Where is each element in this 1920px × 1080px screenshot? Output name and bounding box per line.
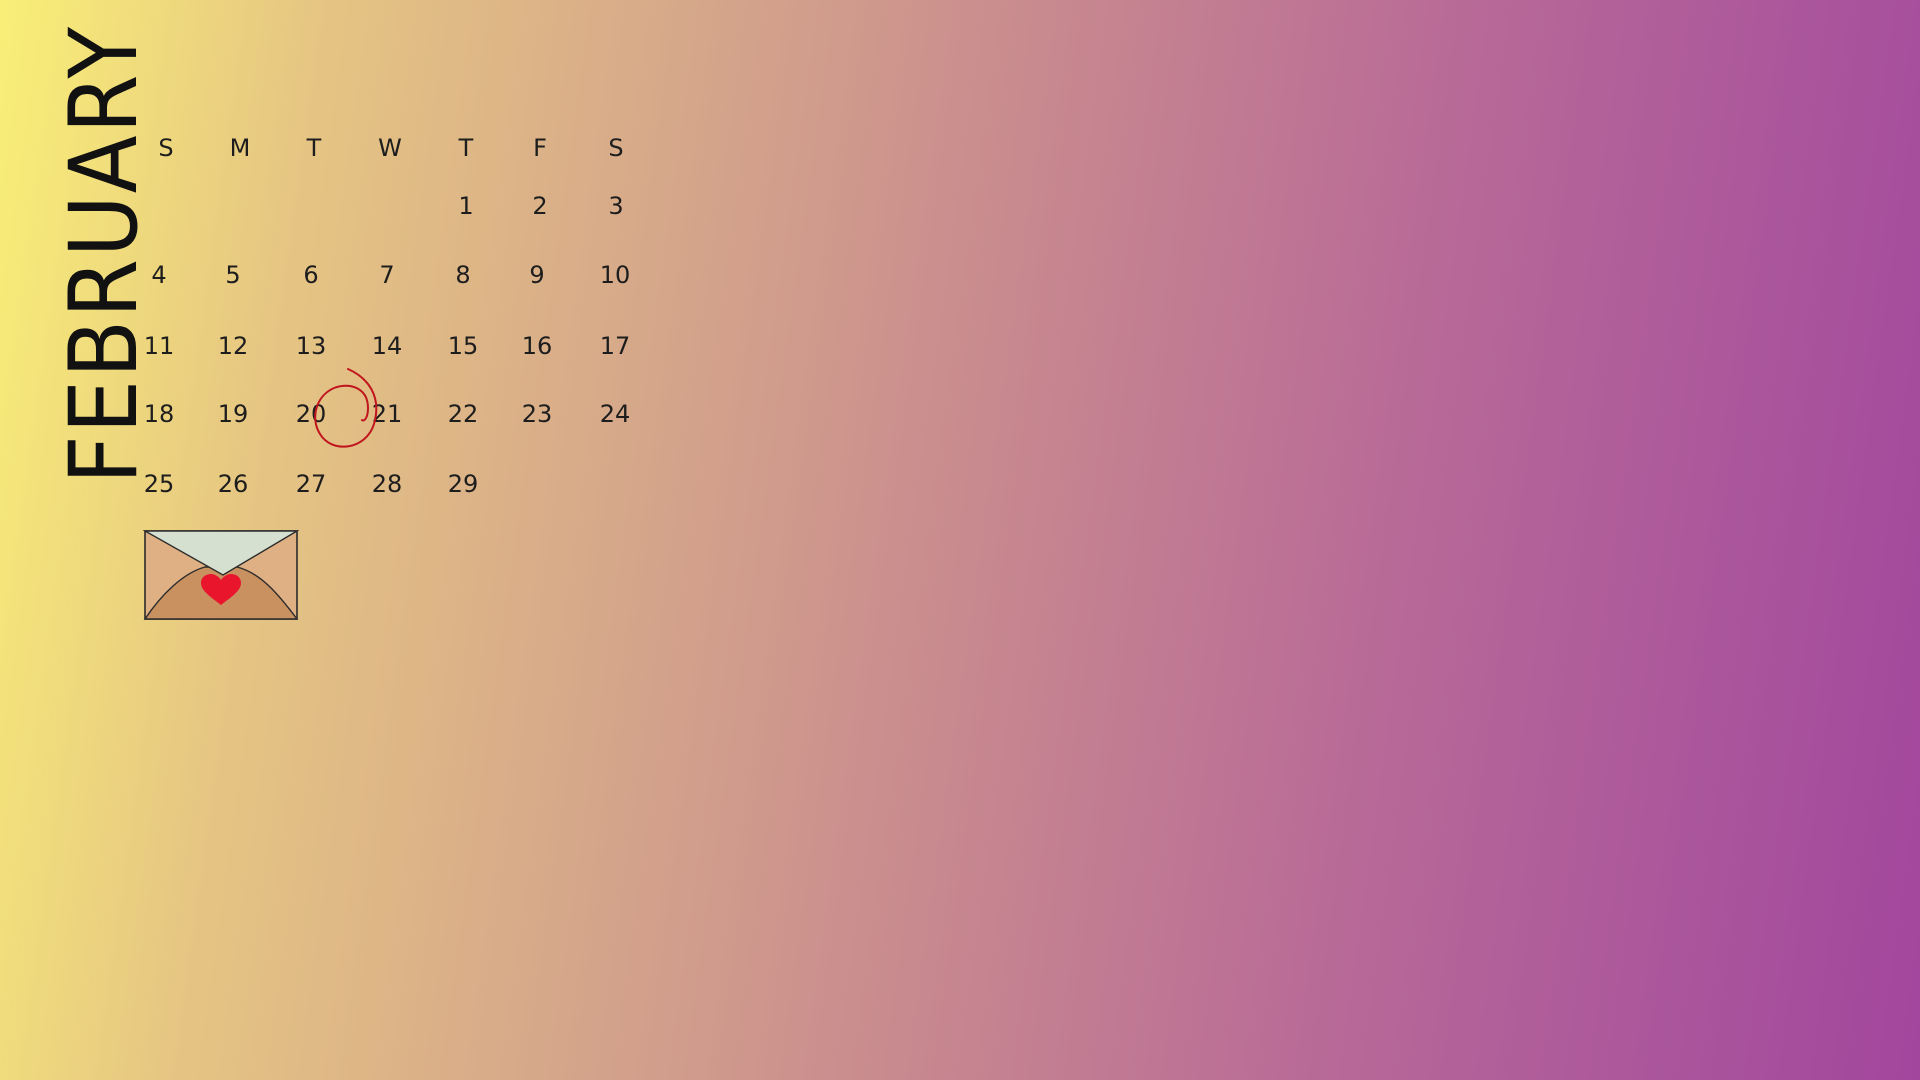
envelope-with-heart-icon [143, 530, 299, 620]
day-cell: 10 [599, 261, 631, 289]
day-cell [499, 464, 575, 504]
day-cell: 12 [217, 332, 249, 360]
week-row: 18 19 20 21 22 23 24 [144, 394, 698, 434]
day-cell: 29 [447, 470, 479, 498]
day-cell: 11 [143, 332, 175, 360]
day-cell: 23 [521, 400, 553, 428]
day-cell-highlighted: 20 [295, 400, 327, 428]
day-cell [352, 186, 428, 226]
day-cell: 27 [295, 470, 327, 498]
week-row: 25 26 27 28 29 [144, 464, 698, 504]
weekday-label: W [378, 134, 402, 162]
day-cell: 2 [532, 192, 548, 220]
week-row: 11 12 13 14 15 16 17 [144, 326, 698, 366]
week-row: 4 5 6 7 8 9 10 [151, 255, 698, 295]
weekday-label: S [608, 134, 624, 162]
day-cell: 16 [521, 332, 553, 360]
day-cell: 6 [303, 261, 319, 289]
weekday-label: S [158, 134, 174, 162]
day-cell [128, 186, 204, 226]
day-cell: 8 [455, 261, 471, 289]
day-cell: 5 [225, 261, 241, 289]
day-cell: 28 [371, 470, 403, 498]
day-cell: 26 [217, 470, 249, 498]
day-cell: 15 [447, 332, 479, 360]
day-cell: 14 [371, 332, 403, 360]
day-cell: 21 [371, 400, 403, 428]
day-cell: 17 [599, 332, 631, 360]
day-cell: 22 [447, 400, 479, 428]
day-cell: 24 [599, 400, 631, 428]
day-cell: 18 [143, 400, 175, 428]
day-cell: 19 [217, 400, 249, 428]
weekday-label: T [306, 134, 322, 162]
day-cell: 25 [143, 470, 175, 498]
weekday-header: S M T W T F S [158, 128, 698, 168]
day-cell [202, 186, 278, 226]
day-cell: 13 [295, 332, 327, 360]
weekday-label: T [458, 134, 474, 162]
day-cell: 4 [151, 261, 167, 289]
weekday-label: M [229, 134, 251, 162]
weekday-label: F [533, 134, 547, 162]
day-cell [577, 464, 653, 504]
day-cell: 1 [458, 192, 474, 220]
day-cell [276, 186, 352, 226]
day-cell: 3 [608, 192, 624, 220]
day-cell: 7 [379, 261, 395, 289]
week-row: 1 2 3 [166, 186, 698, 226]
day-cell: 9 [529, 261, 545, 289]
